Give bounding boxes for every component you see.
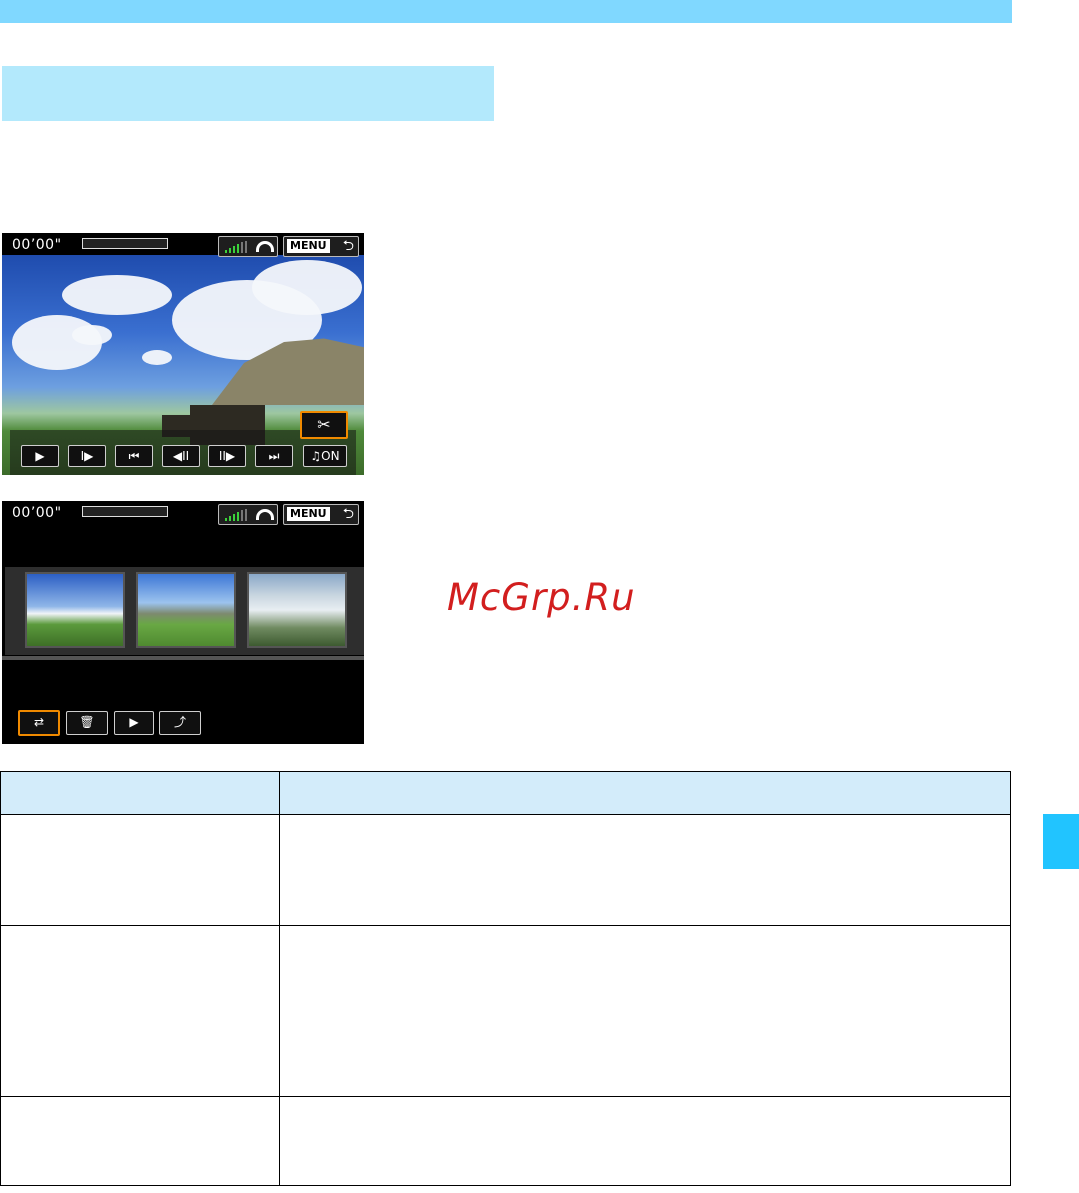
cut-scissors-button[interactable]: ✂ [300, 411, 348, 439]
album-edit-screen: 00’00" MENU ⮌ ⇄ 🗑 ▶ ⤴ [2, 501, 364, 744]
film-strip [5, 567, 364, 655]
description-table [0, 771, 1011, 1186]
slow-motion-button[interactable]: I▶ [68, 445, 106, 467]
timeline-line [2, 656, 364, 660]
move-clip-button[interactable]: ⇄ [18, 710, 60, 736]
table-row [0, 1096, 1011, 1186]
play-clip-button[interactable]: ▶ [114, 711, 154, 735]
table-cell [0, 814, 280, 926]
menu-label: MENU [287, 239, 330, 253]
table-cell [0, 925, 280, 1097]
clip-thumbnail[interactable] [25, 572, 125, 648]
first-frame-button[interactable]: ⏮ [115, 445, 153, 467]
menu-label: MENU [287, 507, 330, 521]
volume-indicator [218, 236, 278, 257]
return-icon: ⮌ [342, 506, 354, 522]
last-frame-button[interactable]: ⏭ [255, 445, 293, 467]
menu-button[interactable]: MENU ⮌ [283, 236, 359, 257]
chapter-side-tab [1043, 814, 1079, 869]
headphone-icon [256, 241, 274, 252]
clip-thumbnail[interactable] [136, 572, 236, 648]
table-row [0, 925, 1011, 1097]
return-icon: ⮌ [342, 238, 354, 254]
previous-frame-button[interactable]: ◀II [162, 445, 200, 467]
section-heading-box [2, 66, 494, 121]
landscape-photo [2, 255, 364, 475]
table-header-row [0, 771, 1011, 815]
delete-clip-button[interactable]: 🗑 [66, 711, 108, 735]
table-cell [279, 814, 1011, 926]
play-button[interactable]: ▶ [21, 445, 59, 467]
timecode: 00’00" [12, 505, 62, 521]
table-header-cell [0, 771, 280, 815]
next-frame-button[interactable]: II▶ [208, 445, 246, 467]
volume-bars-icon [225, 241, 251, 253]
top-color-bar [0, 0, 1012, 23]
table-row [0, 814, 1011, 926]
progress-bar [82, 238, 168, 249]
menu-button[interactable]: MENU ⮌ [283, 504, 359, 525]
playback-screen: 00’00" MENU ⮌ ✂ ▶ I▶ ⏮ ◀II II▶ ⏭ ♫ON [2, 233, 364, 475]
volume-bars-icon [225, 509, 251, 521]
save-exit-button[interactable]: ⤴ [159, 711, 201, 735]
clip-thumbnail[interactable] [247, 572, 347, 648]
volume-indicator [218, 504, 278, 525]
table-header-cell [279, 771, 1011, 815]
headphone-icon [256, 509, 274, 520]
table-cell [0, 1096, 280, 1186]
progress-bar [82, 506, 168, 517]
watermark-text: McGrp.Ru [447, 576, 636, 619]
timecode: 00’00" [12, 237, 62, 253]
background-music-button[interactable]: ♫ON [303, 445, 347, 467]
table-cell [279, 1096, 1011, 1186]
table-cell [279, 925, 1011, 1097]
